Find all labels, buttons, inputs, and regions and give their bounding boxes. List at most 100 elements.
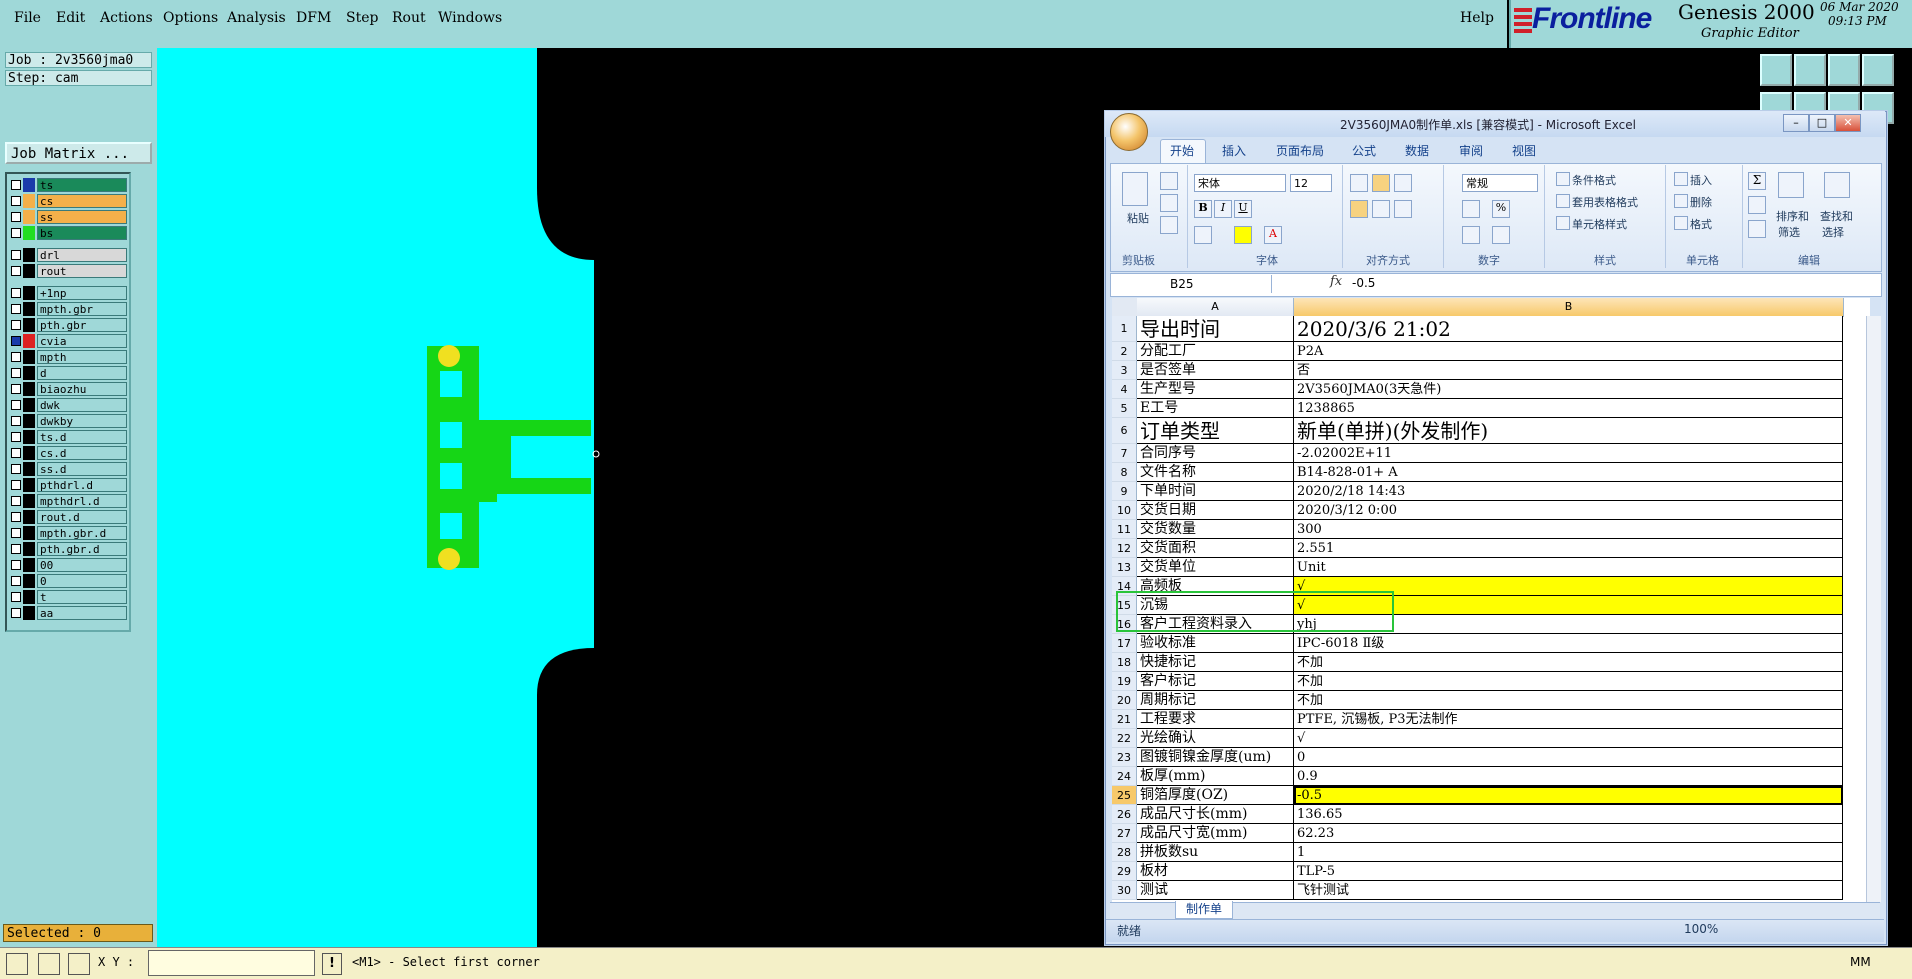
cell-b[interactable]: 2020/2/18 14:43	[1294, 482, 1843, 501]
layer-color-swatch[interactable]	[23, 398, 35, 412]
layer-row[interactable]: d	[9, 366, 127, 380]
menu-help[interactable]: Help	[1460, 10, 1494, 26]
cut-icon[interactable]	[1160, 172, 1178, 190]
layer-name[interactable]: rout	[37, 264, 127, 278]
layer-color-swatch[interactable]	[23, 248, 35, 262]
layer-color-swatch[interactable]	[23, 542, 35, 556]
layer-name[interactable]: 0	[37, 574, 127, 588]
sort-label[interactable]: 排序和	[1776, 208, 1809, 224]
fill-color-icon[interactable]	[1234, 226, 1252, 244]
layer-row[interactable]: mpthdrl.d	[9, 494, 127, 508]
layer-checkbox[interactable]	[11, 416, 21, 426]
cell-a[interactable]: 成品尺寸长(mm)	[1137, 805, 1294, 824]
align-bottom-icon[interactable]	[1394, 174, 1412, 192]
layer-checkbox[interactable]	[11, 368, 21, 378]
cond-format-icon[interactable]	[1556, 172, 1570, 186]
cell-a[interactable]: 生产型号	[1137, 380, 1294, 399]
row-header[interactable]: 13	[1112, 558, 1137, 577]
cell-b[interactable]: PTFE, 沉锡板, P3无法制作	[1294, 710, 1843, 729]
alert-icon[interactable]: !	[322, 953, 342, 975]
layer-row[interactable]: ts.d	[9, 430, 127, 444]
cell-b[interactable]: -0.5	[1294, 786, 1843, 805]
layer-row[interactable]: cs.d	[9, 446, 127, 460]
layer-name[interactable]: ss	[37, 210, 127, 224]
xy-input[interactable]	[148, 950, 315, 976]
cell-a[interactable]: 测试	[1137, 881, 1294, 900]
cell-a[interactable]: 导出时间	[1137, 316, 1294, 342]
row-header[interactable]: 5	[1112, 399, 1137, 418]
layer-color-swatch[interactable]	[23, 210, 35, 224]
menu-file[interactable]: File	[14, 10, 41, 26]
decrease-decimal-icon[interactable]	[1492, 226, 1510, 244]
layer-row[interactable]: 0	[9, 574, 127, 588]
row-header[interactable]: 27	[1112, 824, 1137, 843]
layer-row[interactable]: dwk	[9, 398, 127, 412]
row-header[interactable]: 26	[1112, 805, 1137, 824]
layer-color-swatch[interactable]	[23, 606, 35, 620]
zoom-level[interactable]: 100%	[1684, 922, 1718, 936]
layer-checkbox[interactable]	[11, 464, 21, 474]
row-header[interactable]: 11	[1112, 520, 1137, 539]
row-header[interactable]: 10	[1112, 501, 1137, 520]
cell-a[interactable]: 图镀铜镍金厚度(um)	[1137, 748, 1294, 767]
row-header[interactable]: 22	[1112, 729, 1137, 748]
layer-row[interactable]: biaozhu	[9, 382, 127, 396]
layer-row[interactable]: ss.d	[9, 462, 127, 476]
layer-checkbox[interactable]	[11, 496, 21, 506]
layer-name[interactable]: mpth	[37, 350, 127, 364]
bold-icon[interactable]: B	[1194, 200, 1212, 218]
layer-checkbox[interactable]	[11, 592, 21, 602]
tab-insert[interactable]: 插入	[1222, 142, 1246, 159]
sum-icon[interactable]: Σ	[1748, 172, 1766, 190]
minimize-button[interactable]: –	[1783, 114, 1809, 132]
cell-b[interactable]: 2020/3/6 21:02	[1294, 316, 1843, 342]
row-header[interactable]: 4	[1112, 380, 1137, 399]
layer-checkbox[interactable]	[11, 512, 21, 522]
cell-style-button[interactable]: 单元格样式	[1572, 216, 1627, 232]
layer-color-swatch[interactable]	[23, 286, 35, 300]
layer-name[interactable]: +1np	[37, 286, 127, 300]
zoom-tool-icon[interactable]	[6, 953, 28, 975]
align-left-icon[interactable]	[1350, 200, 1368, 218]
close-button[interactable]: ✕	[1835, 114, 1861, 132]
paste-icon[interactable]	[1122, 172, 1148, 206]
layer-name[interactable]: biaozhu	[37, 382, 127, 396]
cell-b[interactable]: 300	[1294, 520, 1843, 539]
board-drawing[interactable]	[157, 48, 1157, 947]
layer-row[interactable]: +1np	[9, 286, 127, 300]
filter-label[interactable]: 筛选	[1778, 224, 1800, 240]
clear-icon[interactable]	[1748, 220, 1766, 238]
layer-name[interactable]: ts.d	[37, 430, 127, 444]
cell-a[interactable]: 合同序号	[1137, 444, 1294, 463]
table-format-button[interactable]: 套用表格格式	[1572, 194, 1638, 210]
layer-color-swatch[interactable]	[23, 558, 35, 572]
layer-color-swatch[interactable]	[23, 334, 35, 348]
tab-review[interactable]: 审阅	[1459, 142, 1483, 159]
menu-step[interactable]: Step	[346, 10, 378, 26]
cell-style-icon[interactable]	[1556, 216, 1570, 230]
layer-color-swatch[interactable]	[23, 414, 35, 428]
layer-checkbox[interactable]	[11, 432, 21, 442]
cell-a[interactable]: 板厚(mm)	[1137, 767, 1294, 786]
layer-row[interactable]: bs	[9, 226, 127, 240]
cell-a[interactable]: 光绘确认	[1137, 729, 1294, 748]
row-header[interactable]: 6	[1112, 418, 1137, 444]
menu-analysis[interactable]: Analysis	[227, 10, 286, 26]
row-header[interactable]: 30	[1112, 881, 1137, 900]
layer-checkbox[interactable]	[11, 288, 21, 298]
layer-color-swatch[interactable]	[23, 590, 35, 604]
vertical-scrollbar[interactable]	[1866, 316, 1881, 902]
layer-checkbox[interactable]	[11, 352, 21, 362]
layer-color-swatch[interactable]	[23, 494, 35, 508]
layer-row[interactable]: 00	[9, 558, 127, 572]
insert-icon[interactable]	[1674, 172, 1688, 186]
row-header[interactable]: 12	[1112, 539, 1137, 558]
layer-checkbox[interactable]	[11, 544, 21, 554]
format-painter-icon[interactable]	[1160, 216, 1178, 234]
align-center-icon[interactable]	[1372, 200, 1390, 218]
row-header[interactable]: 20	[1112, 691, 1137, 710]
tool-button-1[interactable]	[1760, 54, 1792, 86]
layer-checkbox[interactable]	[11, 608, 21, 618]
layer-row[interactable]: ts	[9, 178, 127, 192]
layer-row[interactable]: dwkby	[9, 414, 127, 428]
